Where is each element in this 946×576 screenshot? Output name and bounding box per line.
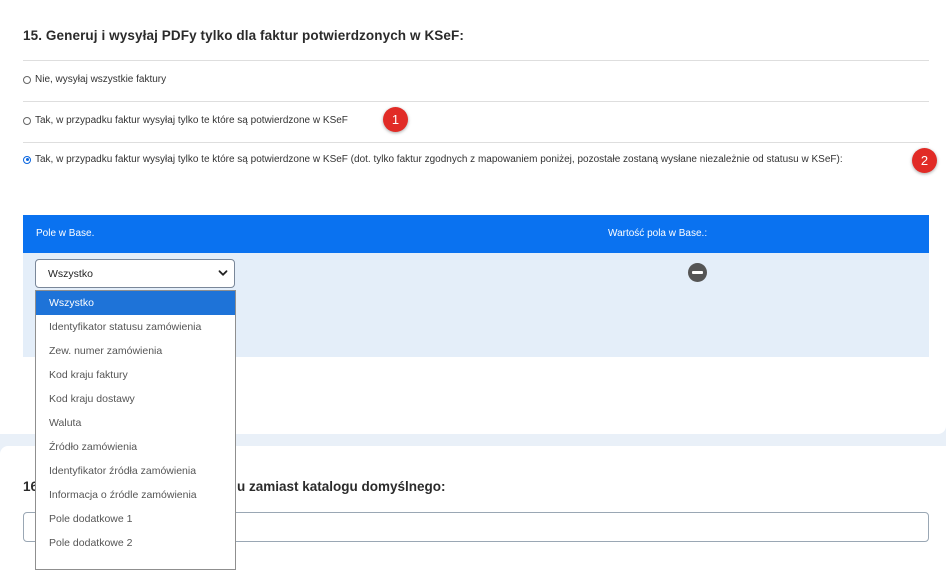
option-label: Tak, w przypadku faktur wysyłaj tylko te… (35, 154, 843, 165)
option-send-confirmed-mapped[interactable]: Tak, w przypadku faktur wysyłaj tylko te… (23, 154, 843, 165)
dropdown-option[interactable]: Waluta (36, 411, 235, 435)
dropdown-option[interactable]: Kod kraju dostawy (36, 387, 235, 411)
dropdown-option[interactable]: Pole dodatkowe 1 (36, 507, 235, 531)
radio-button[interactable] (23, 116, 31, 125)
option-label: Nie, wysyłaj wszystkie faktury (35, 74, 167, 85)
section-15-title: 15. Generuj i wysyłaj PDFy tylko dla fak… (23, 28, 464, 43)
dropdown-option[interactable]: Kod kraju faktury (36, 363, 235, 387)
divider (23, 60, 929, 61)
option-send-confirmed[interactable]: Tak, w przypadku faktur wysyłaj tylko te… (23, 115, 348, 126)
dropdown-option[interactable]: Identyfikator statusu zamówienia (36, 315, 235, 339)
field-select-value: Wszystko (48, 267, 93, 280)
radio-button[interactable] (23, 75, 31, 84)
annotation-badge-1: 1 (383, 107, 408, 132)
dropdown-option[interactable]: Identyfikator źródła zamówienia (36, 459, 235, 483)
annotation-badge-2: 2 (912, 148, 937, 173)
column-header-field: Pole w Base. (36, 228, 95, 239)
field-select-dropdown[interactable]: Wszystko Identyfikator statusu zamówieni… (35, 290, 236, 570)
option-label: Tak, w przypadku faktur wysyłaj tylko te… (35, 115, 348, 126)
option-send-all[interactable]: Nie, wysyłaj wszystkie faktury (23, 74, 166, 85)
column-header-value: Wartość pola w Base.: (608, 228, 708, 239)
radio-button-checked[interactable] (23, 155, 31, 164)
field-select[interactable]: Wszystko (35, 259, 235, 288)
dropdown-option[interactable]: Wszystko (36, 291, 235, 315)
dropdown-option[interactable]: Informacja o źródle zamówienia (36, 483, 235, 507)
dropdown-option[interactable]: Pole dodatkowe 2 (36, 531, 235, 555)
remove-row-icon[interactable] (688, 263, 707, 282)
divider (23, 142, 929, 143)
chevron-down-icon (218, 270, 228, 276)
dropdown-option[interactable]: Źródło zamówienia (36, 435, 235, 459)
divider (23, 101, 929, 102)
mapping-table-header: Pole w Base. Wartość pola w Base.: (23, 215, 929, 253)
dropdown-option[interactable]: Zew. numer zamówienia (36, 339, 235, 363)
